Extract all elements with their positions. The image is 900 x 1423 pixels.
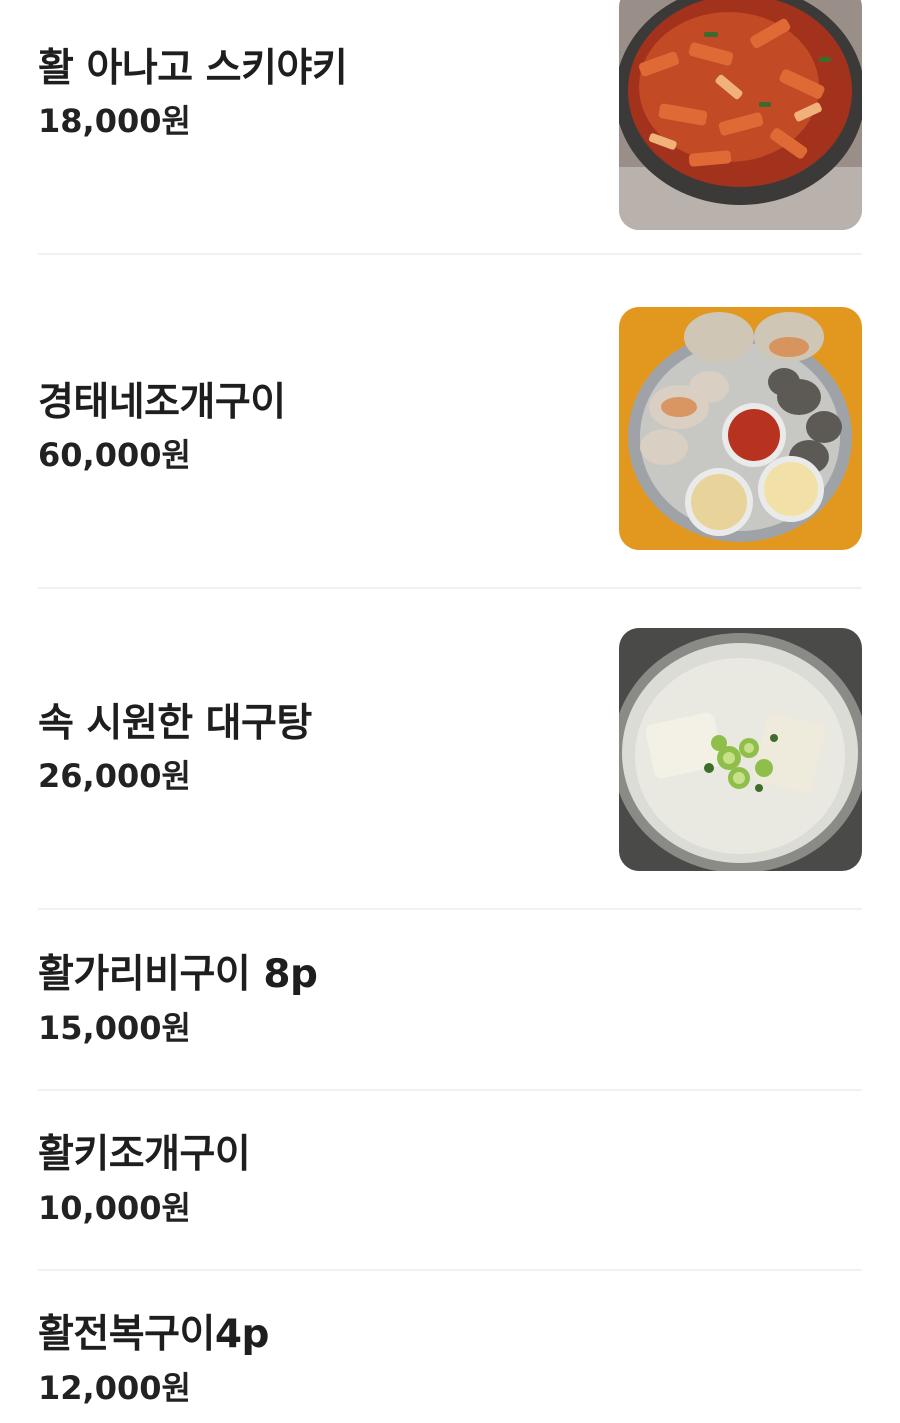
menu-item[interactable]: 활키조개구이 10,000원 [38,1091,862,1271]
divider [38,908,862,910]
menu-item-photo[interactable] [619,307,862,550]
menu-item-name: 활전복구이4p [38,1312,269,1357]
menu-item-name: 활키조개구이 [38,1132,251,1177]
menu-item-name: 활가리비구이 8p [38,952,318,997]
menu-item[interactable]: 활전복구이4p 12,000원 [38,1271,862,1423]
menu-item[interactable]: 속 시원한 대구탕 26,000원 [38,628,862,910]
menu-item-price: 10,000원 [38,1189,191,1227]
menu-item-price: 60,000원 [38,436,191,474]
menu-item[interactable]: 경태네조개구이 60,000원 [38,307,862,589]
menu-item-photo[interactable] [619,628,862,871]
menu-item-name: 경태네조개구이 [38,380,286,425]
menu-item[interactable]: 활 아나고 스키야키 18,000원 [38,0,862,255]
divider [38,253,862,255]
menu-item-price: 12,000원 [38,1369,191,1407]
menu-item-price: 26,000원 [38,757,191,795]
menu-item-price: 18,000원 [38,102,191,140]
menu-item-name: 활 아나고 스키야키 [38,46,348,91]
menu-item-name: 속 시원한 대구탕 [38,701,312,746]
menu-item-price: 15,000원 [38,1009,191,1047]
divider [38,587,862,589]
menu-item-photo[interactable] [619,0,862,230]
menu-item[interactable]: 활가리비구이 8p 15,000원 [38,911,862,1091]
